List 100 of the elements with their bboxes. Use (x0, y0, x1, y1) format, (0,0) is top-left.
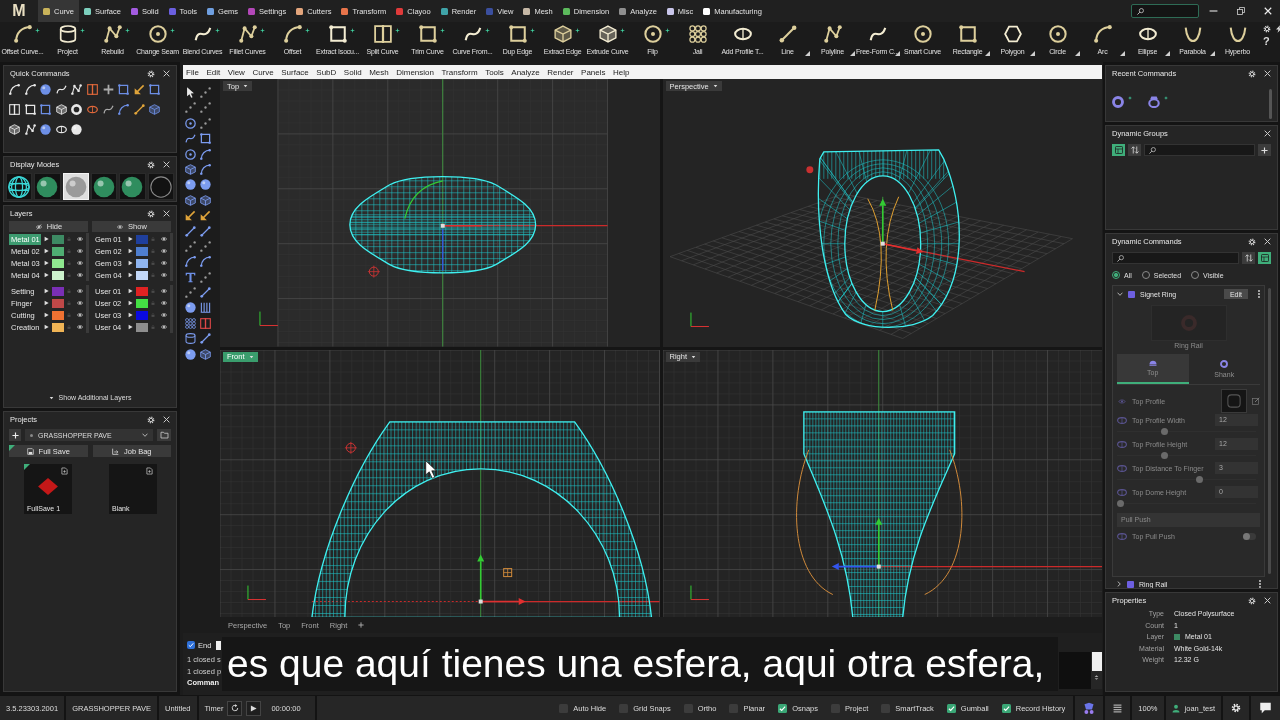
eye-icon[interactable] (160, 260, 168, 266)
eye-icon[interactable] (160, 236, 168, 242)
line-icon[interactable] (200, 225, 211, 237)
slider-thumb[interactable] (1160, 452, 1168, 459)
swatch-icon[interactable] (52, 234, 64, 244)
display-mode-button[interactable] (6, 173, 33, 200)
toggle-switch[interactable] (1243, 532, 1256, 540)
settings-icon[interactable] (1263, 25, 1271, 33)
plus-icon[interactable] (102, 84, 114, 95)
layout-button[interactable] (1112, 144, 1125, 156)
menu-item[interactable]: View (227, 67, 245, 77)
settings-icon[interactable] (1248, 596, 1256, 605)
cube-icon[interactable] (200, 348, 211, 360)
close-icon[interactable] (163, 70, 170, 77)
sphere-icon[interactable] (185, 348, 196, 360)
flyout-icon[interactable] (804, 51, 810, 56)
checkbox[interactable] (1001, 703, 1011, 713)
swatch-icon[interactable] (52, 322, 64, 332)
play-button[interactable] (246, 700, 262, 716)
plus-icon[interactable] (358, 622, 365, 628)
settings-icon[interactable] (147, 160, 155, 169)
eye-icon[interactable] (160, 312, 168, 318)
points-icon[interactable] (200, 271, 211, 283)
line-icon[interactable] (133, 104, 145, 115)
sort-button[interactable] (1242, 252, 1255, 264)
swatch-icon[interactable] (52, 286, 64, 296)
layout-button[interactable] (1258, 252, 1271, 264)
swatch-icon[interactable] (136, 286, 148, 296)
sphere-icon[interactable] (40, 84, 52, 95)
spinner-arrows-icon[interactable] (1094, 674, 1099, 681)
checkbox[interactable] (946, 703, 956, 713)
add-button[interactable] (1258, 144, 1271, 156)
pointer-icon[interactable] (185, 87, 196, 98)
eye-icon[interactable] (76, 312, 84, 318)
search-field[interactable] (1131, 4, 1199, 18)
chevron-right-icon[interactable] (1116, 581, 1122, 587)
eye-icon[interactable] (76, 300, 84, 306)
close-icon[interactable] (163, 416, 170, 423)
close-icon[interactable] (163, 210, 170, 217)
slider-thumb[interactable] (1117, 500, 1124, 507)
menu-item[interactable]: SubD (316, 67, 337, 77)
checkbox[interactable] (187, 641, 195, 649)
scrollbar[interactable] (1268, 288, 1271, 574)
arc-icon[interactable] (200, 256, 211, 268)
gem-ring-icon[interactable] (1148, 96, 1160, 108)
arrow-icon[interactable] (133, 84, 145, 95)
swatch-icon[interactable] (136, 234, 148, 244)
close-icon[interactable] (1264, 130, 1271, 137)
menu-item[interactable]: Solid (343, 67, 362, 77)
search-field[interactable] (1112, 252, 1239, 264)
flyout-icon[interactable] (1119, 51, 1125, 56)
slider-thumb[interactable] (1160, 428, 1168, 435)
flyout-icon[interactable] (1074, 51, 1080, 56)
menu-item[interactable]: Tools (485, 67, 504, 77)
display-mode-button[interactable] (91, 173, 118, 200)
radio-button[interactable] (1112, 271, 1120, 279)
points-icon[interactable] (200, 102, 211, 114)
eye-icon[interactable] (160, 272, 168, 278)
cube-icon[interactable] (185, 163, 196, 175)
comb-icon[interactable] (200, 302, 211, 314)
chat-icon[interactable] (1259, 702, 1272, 714)
points-icon[interactable] (185, 287, 196, 299)
sphere-icon[interactable] (40, 124, 52, 135)
close-icon[interactable] (163, 161, 170, 168)
flyout-icon[interactable] (1164, 51, 1170, 56)
settings-icon[interactable] (1248, 237, 1256, 246)
slider-thumb[interactable] (1196, 476, 1204, 483)
arrow-icon[interactable] (185, 210, 196, 222)
menu-item[interactable]: Edit (206, 67, 221, 77)
line-icon[interactable] (185, 225, 196, 237)
close-icon[interactable] (1264, 70, 1271, 77)
menu-item[interactable]: File (186, 67, 199, 77)
arc-icon[interactable] (200, 163, 211, 175)
menu-item[interactable]: Surface (281, 67, 309, 77)
help-button[interactable]: ? (1263, 36, 1271, 47)
cube-icon[interactable] (185, 194, 196, 206)
menu-item[interactable]: Panels (581, 67, 606, 77)
profile-thumbnail[interactable] (1221, 389, 1247, 413)
lattice-icon[interactable] (185, 317, 196, 329)
circle-icon[interactable] (185, 148, 196, 160)
close-icon[interactable] (1264, 238, 1271, 245)
swatch-icon[interactable] (136, 298, 148, 308)
chevron-down-icon[interactable] (1117, 291, 1123, 297)
points-icon[interactable] (200, 117, 211, 129)
eye-icon[interactable] (76, 248, 84, 254)
restore-icon[interactable] (1237, 7, 1245, 15)
points-icon[interactable] (185, 240, 196, 252)
eye-icon[interactable] (160, 300, 168, 306)
points-icon[interactable] (185, 102, 196, 114)
settings-icon[interactable] (147, 69, 155, 78)
search-field[interactable] (1144, 144, 1255, 156)
swatch-icon[interactable] (136, 310, 148, 320)
list-icon[interactable] (1113, 703, 1123, 713)
display-mode-button[interactable] (34, 173, 61, 200)
eye-icon[interactable] (160, 324, 168, 330)
slider-track[interactable] (1117, 500, 1256, 507)
menu-item[interactable]: Transform (441, 67, 478, 77)
menu-item[interactable]: Analyze (511, 67, 540, 77)
polyline-icon[interactable] (24, 124, 36, 135)
eye-icon[interactable] (160, 288, 168, 294)
